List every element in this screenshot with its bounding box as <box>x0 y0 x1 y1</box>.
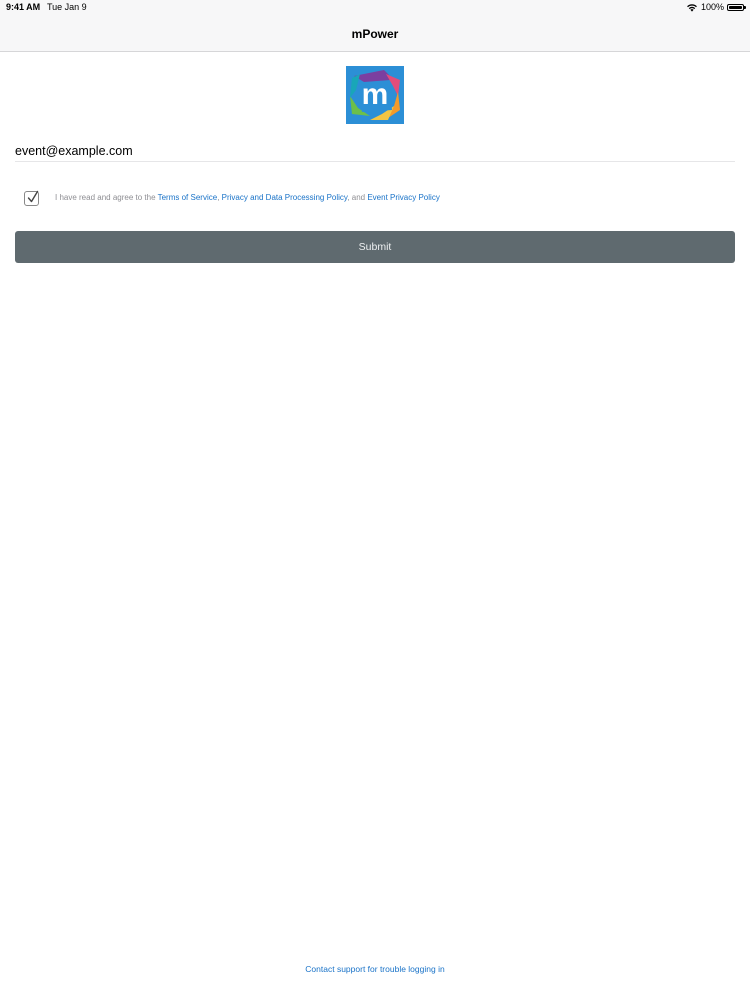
submit-button[interactable]: Submit <box>15 231 735 263</box>
checkmark-icon <box>27 190 39 203</box>
navigation-bar: mPower <box>0 16 750 52</box>
terms-agreement-row: I have read and agree to the Terms of Se… <box>15 189 735 209</box>
status-bar: 9:41 AM Tue Jan 9 100% <box>0 0 750 16</box>
terms-separator-2: , and <box>347 193 368 202</box>
privacy-policy-link[interactable]: Privacy and Data Processing Policy <box>222 193 348 202</box>
event-privacy-policy-link[interactable]: Event Privacy Policy <box>367 193 439 202</box>
contact-support-link[interactable]: Contact support for trouble logging in <box>0 964 750 974</box>
status-time: 9:41 AM <box>6 2 41 12</box>
mpower-logo: m <box>346 66 404 124</box>
status-indicators: 100% <box>686 2 746 12</box>
logo-letter: m <box>362 78 389 111</box>
login-screen: 9:41 AM Tue Jan 9 100% mPower m event@ex… <box>0 0 750 1000</box>
terms-text: I have read and agree to the Terms of Se… <box>55 193 440 202</box>
email-field[interactable] <box>15 141 735 162</box>
agree-checkbox[interactable] <box>24 190 39 206</box>
wifi-icon <box>687 3 697 12</box>
status-date: Tue Jan 9 <box>47 2 87 12</box>
battery-icon <box>727 3 746 11</box>
terms-prefix: I have read and agree to the <box>55 193 158 202</box>
page-title: mPower <box>351 26 399 41</box>
battery-percent: 100% <box>700 2 724 12</box>
terms-of-service-link[interactable]: Terms of Service <box>158 193 218 202</box>
